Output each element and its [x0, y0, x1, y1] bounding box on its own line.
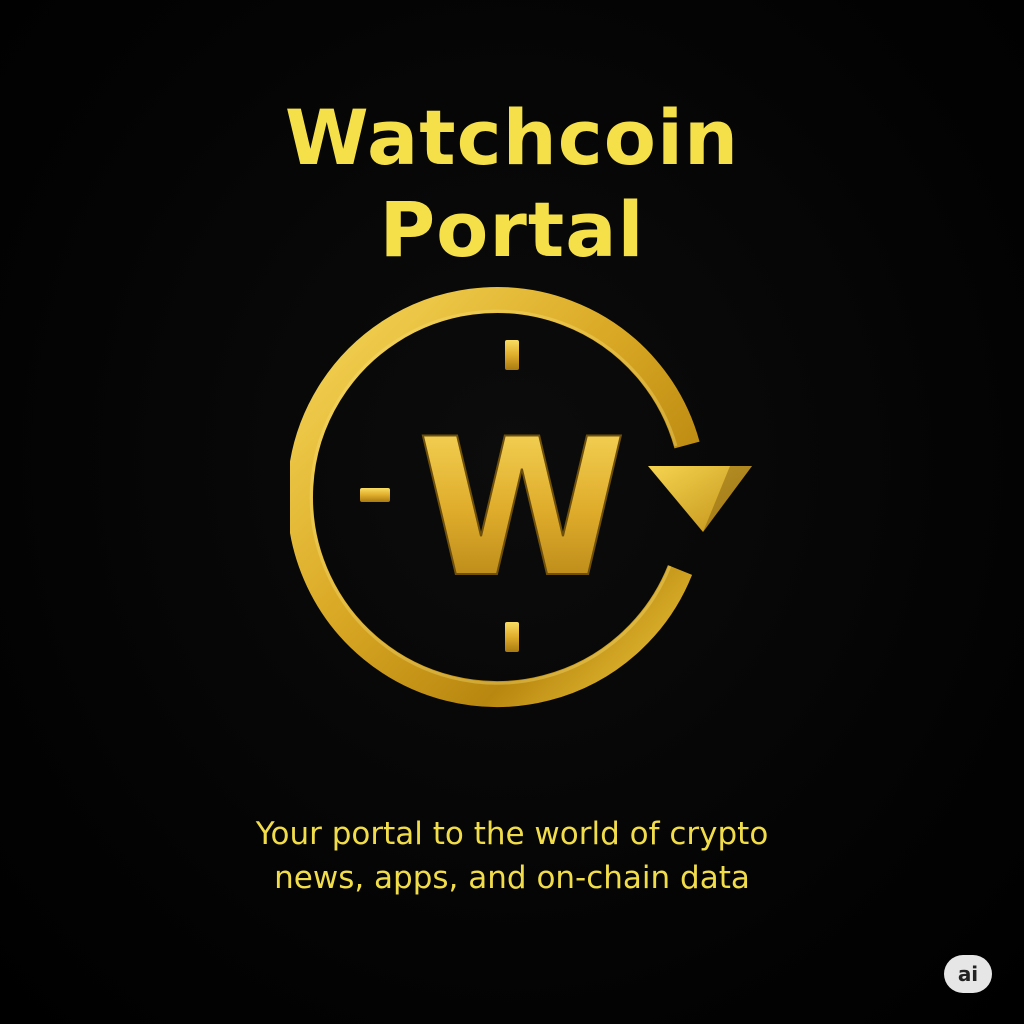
tick-top — [505, 340, 519, 370]
clock-refresh-w-logo-icon: W — [290, 270, 760, 720]
title-line-2: Portal — [379, 185, 645, 274]
page-title: Watchcoin Portal — [0, 92, 1024, 276]
title-line-1: Watchcoin — [284, 93, 740, 182]
tagline-line-1: Your portal to the world of crypto — [255, 816, 769, 852]
tagline-line-2: news, apps, and on-chain data — [274, 860, 750, 896]
ai-badge-button[interactable]: ai — [944, 955, 992, 993]
tick-bottom — [505, 622, 519, 652]
poster: Watchcoin Portal W Your portal to the wo… — [0, 0, 1024, 1024]
logo-letter: W — [417, 398, 627, 619]
tick-left — [360, 488, 390, 502]
tagline: Your portal to the world of crypto news,… — [0, 812, 1024, 900]
